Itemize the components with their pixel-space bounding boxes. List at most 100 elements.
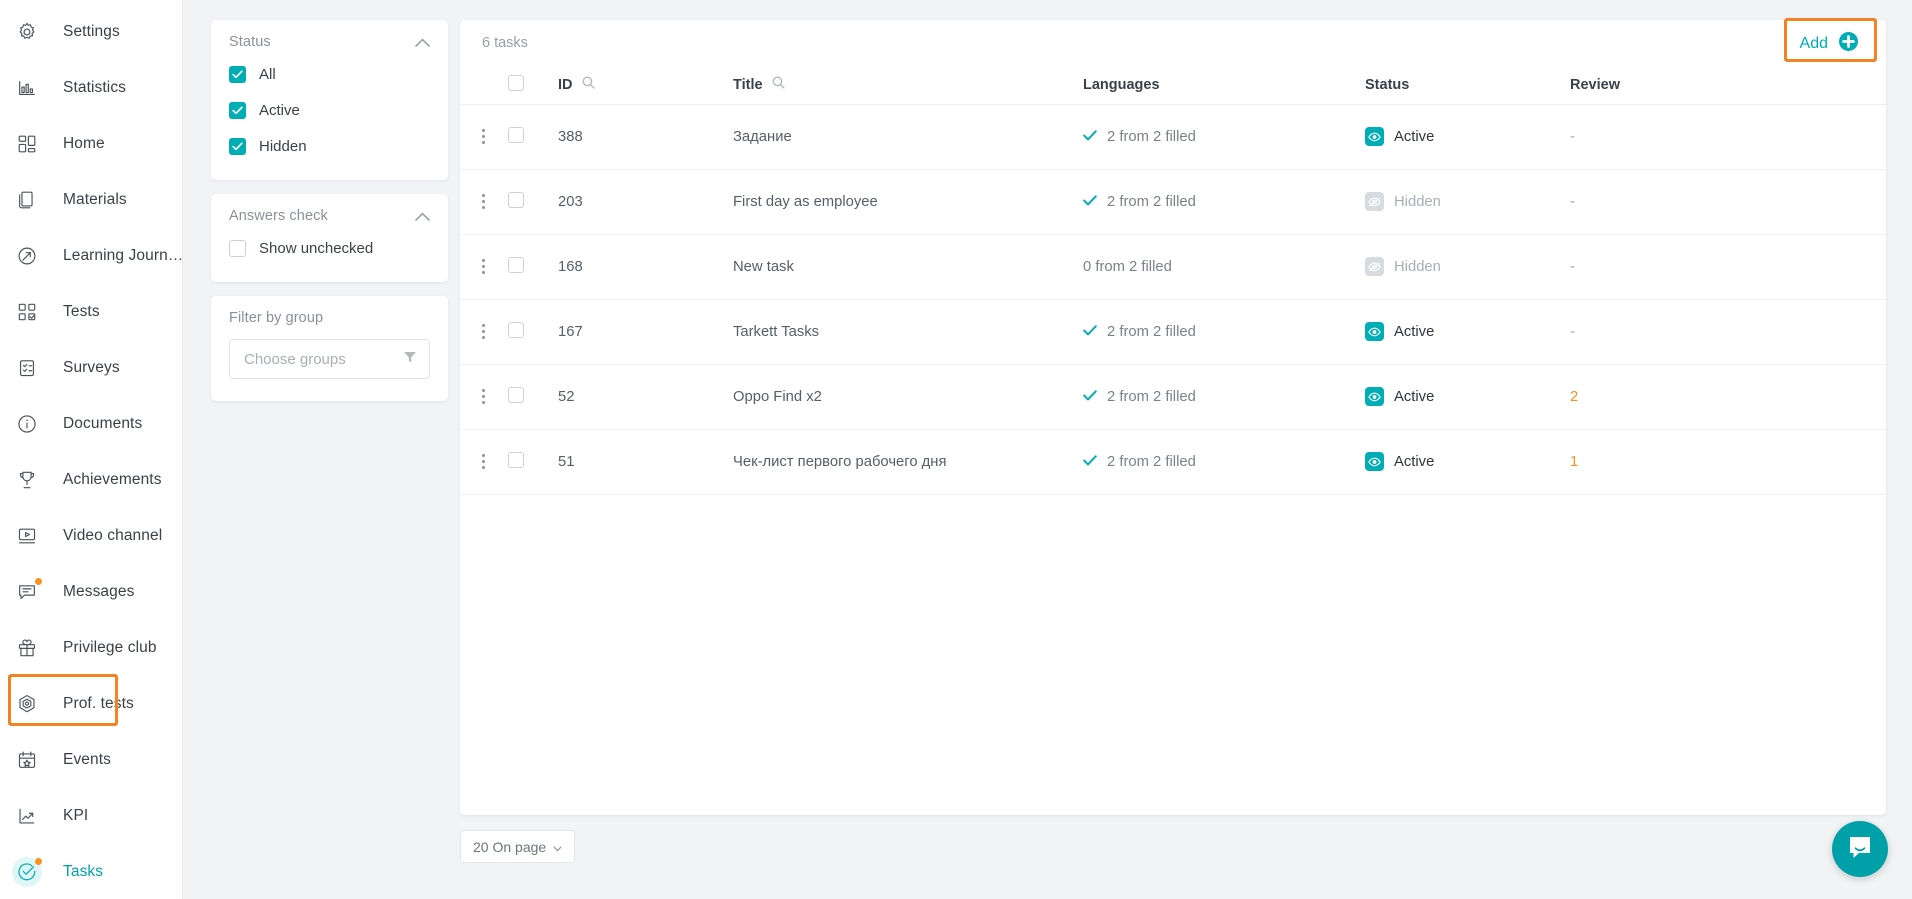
sidebar-item-label: Settings — [63, 23, 120, 40]
row-select-cell — [508, 299, 558, 365]
row-title-cell[interactable]: Tarkett Tasks — [733, 299, 1083, 365]
row-actions-menu-icon[interactable] — [474, 194, 492, 209]
sidebar-item-documents[interactable]: Documents — [0, 396, 182, 452]
row-actions-menu-icon[interactable] — [474, 324, 492, 339]
filter-option-all[interactable]: All — [229, 56, 430, 92]
row-id-cell: 203 — [558, 169, 733, 235]
row-status-cell: Hidden — [1365, 234, 1570, 300]
table-row[interactable]: 388 Задание 2 from 2 filled Active - — [460, 104, 1886, 170]
search-icon[interactable] — [582, 76, 595, 93]
checkbox-checked-icon[interactable] — [229, 101, 246, 119]
filter-option-label: Hidden — [259, 137, 307, 155]
review-value: - — [1570, 323, 1575, 340]
row-select-cell — [508, 169, 558, 235]
sidebar-item-materials[interactable]: Materials — [0, 172, 182, 228]
sidebar-item-messages[interactable]: Messages — [0, 564, 182, 620]
row-title-cell[interactable]: Oppo Find x2 — [733, 364, 1083, 430]
group-filter-title: Filter by group — [229, 310, 324, 326]
row-title-cell[interactable]: First day as employee — [733, 169, 1083, 235]
row-languages-cell: 2 from 2 filled — [1083, 429, 1365, 495]
sidebar: Settings Statistics Home Materials Learning … — [0, 0, 183, 899]
add-button-label: Add — [1799, 35, 1828, 52]
chevron-up-icon[interactable] — [414, 34, 430, 50]
sidebar-item-tests[interactable]: Tests — [0, 284, 182, 340]
row-actions-menu-icon[interactable] — [474, 389, 492, 404]
row-status-cell: Active — [1365, 299, 1570, 365]
dashboard-icon — [12, 129, 42, 159]
checkbox-checked-icon[interactable] — [229, 137, 246, 155]
row-menu-cell — [460, 104, 508, 170]
add-button[interactable]: Add — [1788, 26, 1870, 62]
eye-icon — [1365, 127, 1384, 146]
choose-groups-select[interactable]: Choose groups — [229, 339, 430, 379]
main-content: 6 tasks Add ID Title Languages Status Re… — [448, 0, 1912, 899]
filter-panel: Status All Active Hidden Answers check Sho… — [183, 0, 448, 899]
row-checkbox[interactable] — [508, 386, 524, 403]
sidebar-item-label: Learning Journ… — [63, 247, 184, 264]
choose-groups-placeholder: Choose groups — [244, 350, 346, 368]
row-languages-cell: 2 from 2 filled — [1083, 299, 1365, 365]
filter-option-hidden[interactable]: Hidden — [229, 128, 430, 164]
row-id-cell: 388 — [558, 104, 733, 170]
sidebar-item-label: Achievements — [63, 471, 162, 488]
sidebar-item-settings[interactable]: Settings — [0, 4, 182, 60]
check-icon — [1083, 389, 1097, 404]
row-checkbox[interactable] — [508, 256, 524, 273]
check-icon — [1083, 324, 1097, 339]
row-languages-cell: 2 from 2 filled — [1083, 364, 1365, 430]
checkbox-checked-icon[interactable] — [229, 65, 246, 83]
sidebar-item-tasks[interactable]: Tasks — [0, 844, 182, 899]
tasks-table: ID Title Languages Status Review 388 Зад… — [460, 66, 1886, 495]
sidebar-item-privilege-club[interactable]: Privilege club — [0, 620, 182, 676]
info-circle-icon — [12, 409, 42, 439]
review-value[interactable]: 2 — [1570, 389, 1578, 405]
select-all-checkbox[interactable] — [508, 74, 524, 91]
intercom-chat-button[interactable] — [1832, 821, 1888, 877]
sidebar-item-kpi[interactable]: KPI — [0, 788, 182, 844]
sidebar-item-achievements[interactable]: Achievements — [0, 452, 182, 508]
task-count-label: 6 tasks — [482, 35, 528, 51]
row-actions-menu-icon[interactable] — [474, 129, 492, 144]
filter-option-show-unchecked[interactable]: Show unchecked — [229, 230, 430, 266]
sidebar-item-video-channel[interactable]: Video channel — [0, 508, 182, 564]
checkbox-icon[interactable] — [229, 239, 246, 257]
table-row[interactable]: 203 First day as employee 2 from 2 filled H… — [460, 169, 1886, 235]
trophy-icon — [12, 465, 42, 495]
table-row[interactable]: 51 Чек-лист первого рабочего дня 2 from 2 … — [460, 429, 1886, 495]
row-checkbox[interactable] — [508, 451, 524, 468]
row-checkbox[interactable] — [508, 321, 524, 338]
row-title-cell[interactable]: Чек-лист первого рабочего дня — [733, 429, 1083, 495]
table-row[interactable]: 167 Tarkett Tasks 2 from 2 filled Active - — [460, 299, 1886, 365]
sidebar-item-label: Prof. tests — [63, 695, 134, 712]
answers-check-header[interactable]: Answers check — [229, 208, 430, 224]
search-icon[interactable] — [772, 76, 785, 93]
sidebar-item-learning-journ[interactable]: Learning Journ… — [0, 228, 184, 284]
per-page-select[interactable]: 20 On page — [460, 830, 576, 863]
row-select-cell — [508, 429, 558, 495]
tasks-table-card: 6 tasks Add ID Title Languages Status Re… — [460, 18, 1886, 815]
status-badge: Active — [1394, 128, 1435, 145]
row-actions-menu-icon[interactable] — [474, 259, 492, 274]
status-filter-title: Status — [229, 34, 271, 50]
table-row[interactable]: 168 New task 0 from 2 filled Hidden - — [460, 234, 1886, 300]
sidebar-item-prof-tests[interactable]: Prof. tests — [0, 676, 182, 732]
row-title-cell[interactable]: New task — [733, 234, 1083, 300]
chevron-up-icon[interactable] — [414, 208, 430, 224]
sidebar-item-surveys[interactable]: Surveys — [0, 340, 182, 396]
table-row[interactable]: 52 Oppo Find x2 2 from 2 filled Active 2 — [460, 364, 1886, 430]
row-checkbox[interactable] — [508, 191, 524, 208]
sidebar-item-home[interactable]: Home — [0, 116, 182, 172]
row-checkbox[interactable] — [508, 126, 524, 143]
review-value[interactable]: 1 — [1570, 454, 1578, 470]
row-actions-menu-icon[interactable] — [474, 454, 492, 469]
clipboard-icon — [12, 353, 42, 383]
journey-arrow-icon — [12, 241, 42, 271]
header-id-label: ID — [558, 76, 573, 93]
sidebar-item-events[interactable]: Events — [0, 732, 182, 788]
filter-option-active[interactable]: Active — [229, 92, 430, 128]
sidebar-item-statistics[interactable]: Statistics — [0, 60, 182, 116]
status-filter-header[interactable]: Status — [229, 34, 430, 50]
row-review-cell: 2 — [1570, 364, 1886, 430]
row-title-cell[interactable]: Задание — [733, 104, 1083, 170]
header-review: Review — [1570, 66, 1886, 105]
